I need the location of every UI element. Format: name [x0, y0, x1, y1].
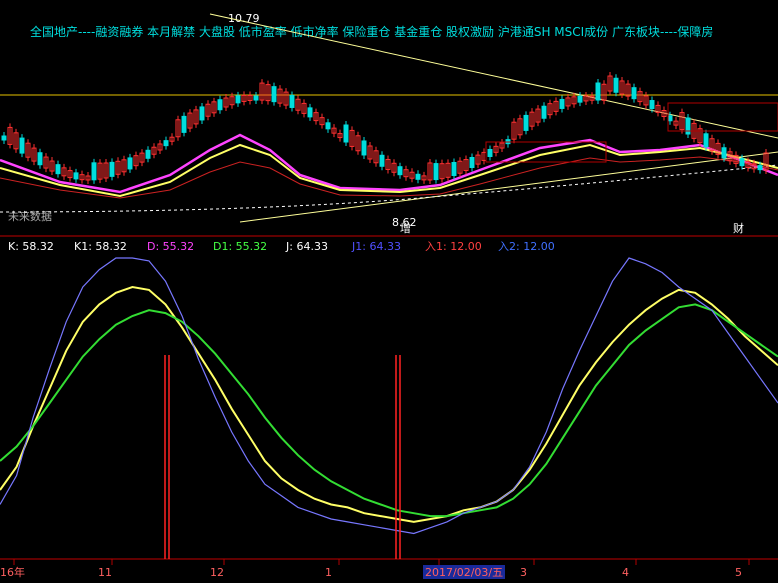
candle-body [631, 87, 637, 100]
candle-body [253, 95, 259, 101]
candle-body [721, 147, 727, 159]
legend-item: D: 55.32 [147, 240, 194, 253]
candle-body [181, 115, 187, 133]
legend-item: J: 64.33 [285, 240, 328, 253]
legend-item: 入1: 12.00 [425, 240, 482, 253]
chart-canvas[interactable]: 全国地产----融资融券 本月解禁 大盘股 低市盈率 低市净率 保险重仓 基金重… [0, 0, 778, 579]
candle-body [307, 107, 313, 118]
future-data-note: 未来数据 [8, 209, 52, 223]
stock-chart[interactable]: 全国地产----融资融券 本月解禁 大盘股 低市盈率 低市净率 保险重仓 基金重… [0, 0, 778, 579]
sector-tags: 全国地产----融资融券 本月解禁 大盘股 低市盈率 低市净率 保险重仓 基金重… [30, 24, 713, 39]
candle-body [487, 148, 493, 157]
candle-body [649, 100, 655, 110]
candle-body [235, 95, 241, 104]
legend-item: K1: 58.32 [74, 240, 127, 253]
candle-body [703, 133, 709, 148]
legend-item: D1: 55.32 [213, 240, 267, 253]
candle-body [379, 154, 385, 167]
legend-item: 入2: 12.00 [498, 240, 555, 253]
candle-body [109, 161, 115, 177]
candle-body [37, 152, 43, 166]
candle-body [451, 161, 457, 176]
candle-body [145, 149, 151, 159]
x-tick-label: 2017/02/03/五 [425, 566, 503, 579]
candle-body [523, 114, 529, 131]
candle-body [397, 166, 403, 176]
candle-body [469, 157, 475, 169]
candle-body [541, 105, 547, 119]
candle-body [415, 173, 421, 180]
candle-body [91, 162, 97, 181]
candle-body [739, 158, 745, 167]
candle-body [199, 106, 205, 121]
candle-body [577, 95, 583, 103]
candle-body [343, 124, 349, 143]
candle-body [595, 82, 601, 101]
candle-body [163, 140, 169, 147]
candle-body [433, 163, 439, 181]
x-tick-label: 11 [98, 566, 112, 579]
candle-body [127, 157, 133, 170]
candle-body [1, 135, 7, 141]
x-tick-label: 3 [520, 566, 527, 579]
marker-cai: 财 [733, 221, 744, 235]
candle-body [757, 165, 763, 171]
candle-body [613, 77, 619, 93]
candle-body [289, 94, 295, 108]
candle-body [73, 172, 79, 180]
legend-item: K: 58.32 [8, 240, 54, 253]
candle-body [325, 122, 331, 130]
candle-body [361, 140, 367, 156]
x-tick-label: 5 [735, 566, 742, 579]
candle-body [685, 117, 691, 135]
x-tick-label: 12 [210, 566, 224, 579]
candle-body [271, 86, 277, 103]
candle-body [559, 98, 565, 109]
candle-body [217, 99, 223, 111]
candle-body [55, 164, 61, 175]
chart-background [0, 0, 778, 579]
candle-body [19, 137, 25, 154]
legend-item: J1: 64.33 [351, 240, 401, 253]
x-tick-label: 4 [622, 566, 629, 579]
marker-zeng: 增 [400, 221, 411, 235]
x-tick-label: 16年 [0, 565, 25, 579]
candle-body [667, 115, 673, 122]
x-tick-label: 1 [325, 566, 332, 579]
